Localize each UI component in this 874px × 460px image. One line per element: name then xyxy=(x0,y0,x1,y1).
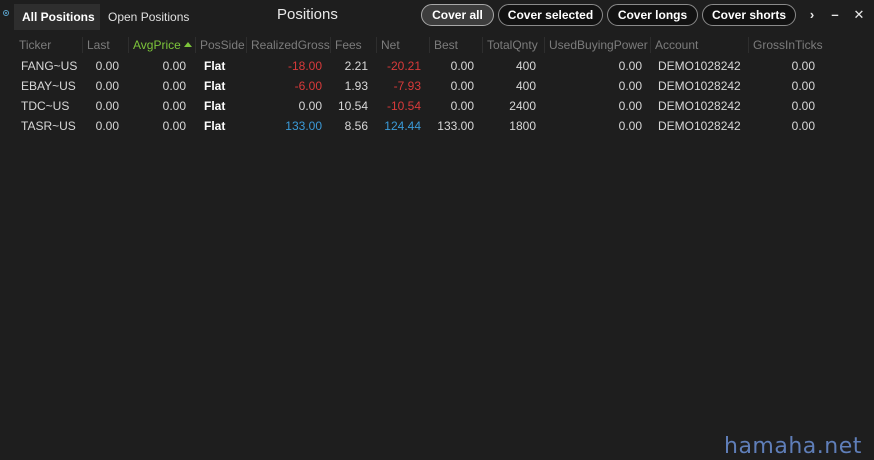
cell-realizedgross: 0.00 xyxy=(298,99,322,113)
cell-realizedgross: 133.00 xyxy=(285,119,322,133)
cell-realizedgross: -18.00 xyxy=(287,59,322,73)
column-divider xyxy=(544,37,545,53)
table-header: Ticker Last AvgPrice PosSide RealizedGro… xyxy=(0,36,874,54)
column-header-ticker[interactable]: Ticker xyxy=(19,36,51,54)
table-row[interactable]: FANG~US 0.00 0.00 Flat -18.00 2.21 -20.21 0.00 4… xyxy=(0,57,874,77)
cover-selected-button[interactable]: Cover selected xyxy=(498,4,603,26)
cell-totalqnty: 400 xyxy=(515,59,536,73)
column-divider xyxy=(82,37,83,53)
cell-account: DEMO1028242 xyxy=(658,99,741,113)
cover-shorts-button[interactable]: Cover shorts xyxy=(702,4,796,26)
cell-avgprice: 0.00 xyxy=(162,119,186,133)
window-title: Positions xyxy=(277,6,338,23)
column-header-avgprice[interactable]: AvgPrice xyxy=(133,36,192,54)
cell-last: 0.00 xyxy=(95,99,119,113)
column-divider xyxy=(376,37,377,53)
column-header-posside[interactable]: PosSide xyxy=(200,36,245,54)
tab-all-positions[interactable]: All Positions xyxy=(14,4,100,30)
column-divider xyxy=(128,37,129,53)
cell-grossinticks: 0.00 xyxy=(791,99,815,113)
column-divider xyxy=(650,37,651,53)
cell-usedbuyingpower: 0.00 xyxy=(618,59,642,73)
cell-account: DEMO1028242 xyxy=(658,119,741,133)
cell-totalqnty: 1800 xyxy=(509,119,536,133)
cell-ticker: TASR~US xyxy=(21,119,76,133)
column-header-account[interactable]: Account xyxy=(655,36,698,54)
cell-avgprice: 0.00 xyxy=(162,99,186,113)
column-header-last[interactable]: Last xyxy=(87,36,110,54)
column-divider xyxy=(748,37,749,53)
cell-fees: 1.93 xyxy=(344,79,368,93)
cell-usedbuyingpower: 0.00 xyxy=(618,99,642,113)
column-header-realizedgross[interactable]: RealizedGross xyxy=(251,36,330,54)
cell-account: DEMO1028242 xyxy=(658,59,741,73)
chevron-right-icon[interactable]: › xyxy=(803,4,821,26)
cell-last: 0.00 xyxy=(95,59,119,73)
cell-account: DEMO1028242 xyxy=(658,79,741,93)
cell-best: 0.00 xyxy=(450,79,474,93)
cell-avgprice: 0.00 xyxy=(162,59,186,73)
column-header-net[interactable]: Net xyxy=(381,36,400,54)
column-divider xyxy=(330,37,331,53)
column-header-grossinticks[interactable]: GrossInTicks xyxy=(753,36,823,54)
table-row[interactable]: EBAY~US 0.00 0.00 Flat -6.00 1.93 -7.93 0.00 400… xyxy=(0,77,874,97)
sort-ascending-icon xyxy=(183,42,192,47)
cell-net: -10.54 xyxy=(386,99,421,113)
cell-best: 0.00 xyxy=(450,59,474,73)
cell-best: 133.00 xyxy=(437,119,474,133)
cell-posside: Flat xyxy=(204,59,226,73)
column-header-totalqnty[interactable]: TotalQnty xyxy=(487,36,538,54)
column-header-usedbuyingpower[interactable]: UsedBuyingPower xyxy=(549,36,648,54)
link-indicator-icon[interactable] xyxy=(3,10,9,16)
title-bar: All Positions Open Positions Positions C… xyxy=(0,0,874,32)
cell-fees: 8.56 xyxy=(344,119,368,133)
column-divider xyxy=(195,37,196,53)
column-header-avgprice-label: AvgPrice xyxy=(133,38,181,52)
tab-open-positions[interactable]: Open Positions xyxy=(100,4,197,30)
cell-posside: Flat xyxy=(204,119,226,133)
cell-fees: 10.54 xyxy=(337,99,368,113)
cell-net: -20.21 xyxy=(386,59,421,73)
cell-last: 0.00 xyxy=(95,119,119,133)
cell-ticker: FANG~US xyxy=(21,59,78,73)
column-divider xyxy=(429,37,430,53)
cell-grossinticks: 0.00 xyxy=(791,79,815,93)
watermark: hamaha.net xyxy=(724,434,862,459)
cell-usedbuyingpower: 0.00 xyxy=(618,119,642,133)
minimize-icon[interactable]: – xyxy=(826,4,844,26)
cell-posside: Flat xyxy=(204,99,226,113)
column-divider xyxy=(246,37,247,53)
column-divider xyxy=(482,37,483,53)
cell-usedbuyingpower: 0.00 xyxy=(618,79,642,93)
cell-ticker: EBAY~US xyxy=(21,79,76,93)
column-header-best[interactable]: Best xyxy=(434,36,458,54)
cell-posside: Flat xyxy=(204,79,226,93)
cell-fees: 2.21 xyxy=(344,59,368,73)
cell-grossinticks: 0.00 xyxy=(791,59,815,73)
cover-longs-button[interactable]: Cover longs xyxy=(607,4,698,26)
cell-last: 0.00 xyxy=(95,79,119,93)
cell-ticker: TDC~US xyxy=(21,99,70,113)
cell-net: -7.93 xyxy=(393,79,421,93)
cell-totalqnty: 2400 xyxy=(509,99,536,113)
cell-realizedgross: -6.00 xyxy=(294,79,322,93)
cell-totalqnty: 400 xyxy=(515,79,536,93)
cover-all-button[interactable]: Cover all xyxy=(421,4,494,26)
column-header-fees[interactable]: Fees xyxy=(335,36,362,54)
cell-best: 0.00 xyxy=(450,99,474,113)
table-row[interactable]: TDC~US 0.00 0.00 Flat 0.00 10.54 -10.54 0.00 240… xyxy=(0,97,874,117)
table-row[interactable]: TASR~US 0.00 0.00 Flat 133.00 8.56 124.44 133.0… xyxy=(0,117,874,137)
cell-net: 124.44 xyxy=(384,119,421,133)
close-icon[interactable]: ✕ xyxy=(850,4,868,26)
cell-grossinticks: 0.00 xyxy=(791,119,815,133)
cell-avgprice: 0.00 xyxy=(162,79,186,93)
